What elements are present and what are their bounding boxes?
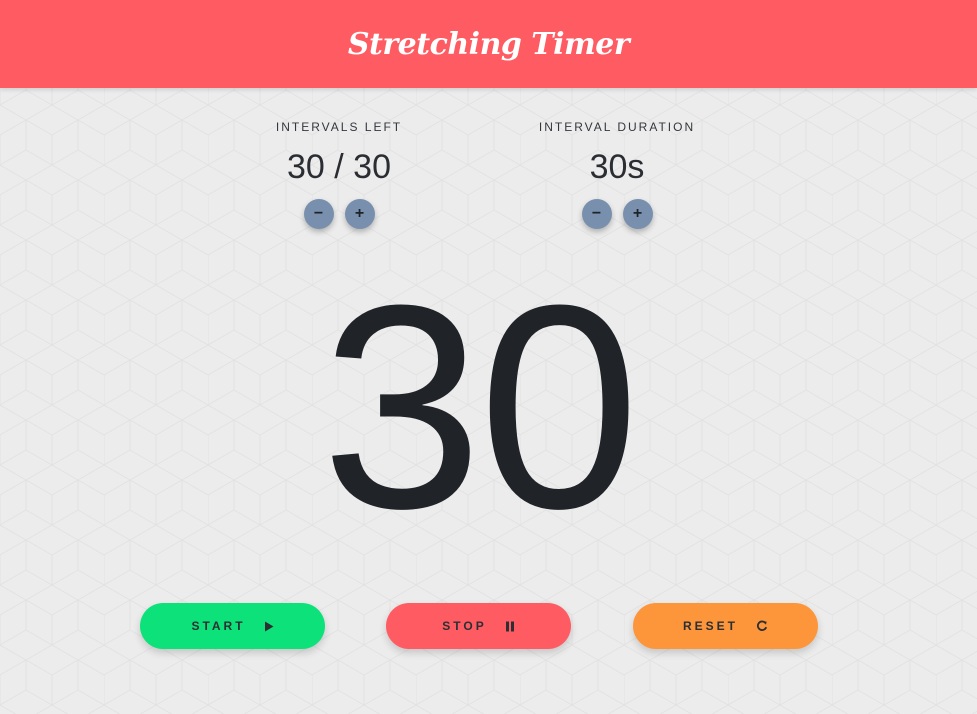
stop-button[interactable]: STOP xyxy=(386,603,571,649)
app-header: Stretching Timer xyxy=(0,0,977,88)
duration-control: INTERVAL DURATION 30s − + xyxy=(497,118,737,229)
minus-icon: − xyxy=(313,205,324,222)
reset-button-label: RESET xyxy=(682,619,738,633)
intervals-value: 30 / 30 xyxy=(287,148,391,186)
duration-decrement-button[interactable]: − xyxy=(581,199,612,229)
reset-button[interactable]: RESET xyxy=(633,603,818,649)
plus-icon: + xyxy=(632,205,643,222)
stop-button-label: STOP xyxy=(442,619,487,633)
duration-stepper: − + xyxy=(497,199,737,229)
duration-label: INTERVAL DURATION xyxy=(538,120,696,134)
pause-icon xyxy=(505,621,515,632)
countdown-display: 30 xyxy=(321,245,640,569)
plus-icon: + xyxy=(354,205,365,222)
play-icon xyxy=(264,621,274,632)
intervals-control: INTERVALS LEFT 30 / 30 − + xyxy=(219,118,459,229)
duration-increment-button[interactable]: + xyxy=(622,199,653,229)
duration-value: 30s xyxy=(589,148,645,186)
intervals-label: INTERVALS LEFT xyxy=(275,120,403,134)
start-button[interactable]: START xyxy=(140,603,325,649)
refresh-icon xyxy=(756,620,768,632)
minus-icon: − xyxy=(591,205,602,222)
intervals-decrement-button[interactable]: − xyxy=(303,199,334,229)
app-title: Stretching Timer xyxy=(347,26,630,62)
start-button-label: START xyxy=(191,619,246,633)
intervals-stepper: − + xyxy=(219,199,459,229)
intervals-increment-button[interactable]: + xyxy=(344,199,375,229)
